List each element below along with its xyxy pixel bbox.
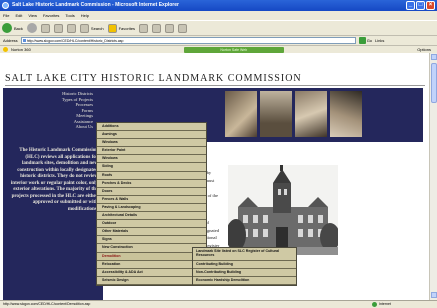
banner-photo [295,91,327,137]
intro-text: The Historic Landmark Commission (HLC) r… [10,148,98,212]
dropdown-item-outdoor[interactable]: Outdoor [97,220,206,229]
dropdown-item-windows[interactable]: Windows [97,139,206,148]
home-icon[interactable] [66,23,76,33]
scrollbar-thumb[interactable] [431,63,437,103]
site-banner: Historic Districts Types of Projects Pro… [3,88,423,142]
favorites-star-icon [107,23,117,33]
internet-zone-icon [372,302,377,307]
intro-sidebar: The Historic Landmark Commission (HLC) r… [3,142,103,300]
site-title: SALT LAKE CITY HISTORIC LANDMARK COMMISS… [5,73,302,84]
norton-options[interactable]: Options [417,47,431,52]
banner-photo [330,91,362,137]
types-of-projects-dropdown: Additions Awnings Windows Exterior Paint… [96,122,207,286]
building-illustration [228,165,338,255]
dropdown-item-architectural-details[interactable]: Architectural Details [97,212,206,221]
norton-toolbar: Norton 360 Norton Safe Web Options [0,45,437,53]
submenu-item-economic-hardship[interactable]: Economic Hardship Demolition [193,277,296,285]
title-divider [5,85,425,86]
page-icon [22,39,26,42]
favorites-button[interactable]: Favorites [107,23,135,33]
site-nav: Historic Districts Types of Projects Pro… [3,91,93,130]
dropdown-item-demolition[interactable]: Demolition [97,252,206,261]
dropdown-item-new-construction[interactable]: New Construction [97,244,206,253]
address-input[interactable]: http://www.slcgov.com/CED/HLC/content/Hi… [20,37,356,44]
back-button[interactable]: Back [2,23,23,33]
banner-photo [225,91,257,137]
go-button[interactable]: Go [358,37,372,44]
scroll-down-arrow-icon[interactable] [431,292,437,298]
dropdown-item-porches-decks[interactable]: Porches & Decks [97,179,206,188]
vertical-scrollbar[interactable] [429,53,437,300]
menu-tools[interactable]: Tools [65,11,74,20]
search-button[interactable]: Search [79,23,104,33]
history-icon[interactable] [139,23,149,33]
submenu-item-contributing[interactable]: Contributing Building [193,261,296,269]
norton-label[interactable]: Norton 360 [11,47,31,52]
nav-about-us[interactable]: About Us [3,124,93,130]
dropdown-item-additions[interactable]: Additions [97,123,206,132]
demolition-submenu: Landmark Site listed on SLC Register of … [192,247,297,286]
zone-label: Internet [379,302,391,306]
window-title: Salt Lake Historic Landmark Commission -… [12,2,179,8]
banner-photos [225,91,362,137]
dropdown-item-other-materials[interactable]: Other Materials [97,228,206,237]
security-zone: Internet [372,301,391,308]
dropdown-item-signs[interactable]: Signs [97,236,206,245]
dropdown-item-doors[interactable]: Doors [97,187,206,196]
address-label: Address [3,38,18,43]
close-button[interactable]: × [426,1,435,10]
back-arrow-icon [2,23,12,33]
mail-icon[interactable] [152,23,162,33]
dropdown-item-fences-walls[interactable]: Fences & Walls [97,195,206,204]
window-titlebar: Salt Lake Historic Landmark Commission -… [0,0,437,11]
city-county-building-photo [228,165,338,255]
dropdown-item-exterior-paint[interactable]: Exterior Paint [97,147,206,156]
menu-favorites[interactable]: Favorites [43,11,59,20]
dropdown-item-accessibility[interactable]: Accessibility & ADA Act [97,268,206,277]
menu-help[interactable]: Help [81,11,89,20]
dropdown-item-paving-landscaping[interactable]: Paving & Landscaping [97,203,206,213]
minimize-button[interactable]: _ [406,1,415,10]
norton-safe-web-status[interactable]: Norton Safe Web [183,46,284,53]
ie-icon [2,2,9,9]
menubar: File Edit View Favorites Tools Help [0,11,437,20]
norton-logo-icon [3,47,8,52]
page-viewport: SALT LAKE CITY HISTORIC LANDMARK COMMISS… [0,53,429,300]
dropdown-item-relocation[interactable]: Relocation [97,260,206,269]
status-text: http://www.slcgov.com/CED/HLC/content/De… [3,302,91,306]
forward-button[interactable] [26,23,37,33]
banner-photo [260,91,292,137]
links-button[interactable]: Links [375,38,384,43]
print-icon[interactable] [165,23,175,33]
dropdown-item-windows-2[interactable]: Windows [97,155,206,164]
menu-view[interactable]: View [28,11,37,20]
menu-file[interactable]: File [3,11,9,20]
standard-toolbar: Back Search Favorites [0,20,437,35]
submenu-item-landmark-site[interactable]: Landmark Site listed on SLC Register of … [193,248,296,261]
submenu-item-non-contributing[interactable]: Non-Contributing Building [193,269,296,277]
search-icon [79,23,89,33]
go-arrow-icon [358,37,366,44]
dropdown-item-roofs[interactable]: Roofs [97,171,206,180]
refresh-icon[interactable] [53,23,63,33]
maximize-button[interactable]: □ [416,1,425,10]
edit-icon[interactable] [178,23,188,33]
dropdown-item-seismic-design[interactable]: Seismic Design [97,276,206,285]
scroll-up-arrow-icon[interactable] [431,54,437,60]
address-bar: Address http://www.slcgov.com/CED/HLC/co… [0,35,437,45]
stop-icon[interactable] [40,23,50,33]
dropdown-item-siding[interactable]: Siding [97,163,206,172]
dropdown-item-awnings[interactable]: Awnings [97,131,206,140]
status-bar: http://www.slcgov.com/CED/HLC/content/De… [0,300,437,308]
menu-edit[interactable]: Edit [15,11,22,20]
